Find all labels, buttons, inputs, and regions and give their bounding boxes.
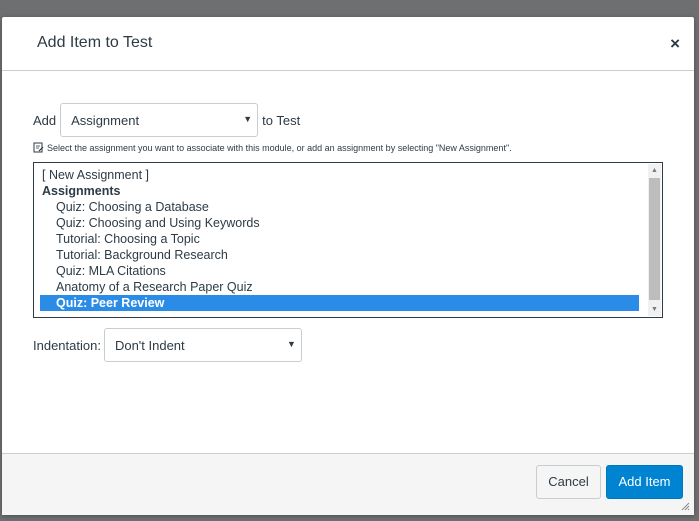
close-icon[interactable]: × xyxy=(670,35,680,53)
scrollbar-thumb[interactable] xyxy=(649,178,660,300)
add-type-row: Add Assignment ▼ to Test xyxy=(33,103,300,137)
indentation-select[interactable]: Don't Indent ▼ xyxy=(103,328,302,362)
item-type-select[interactable]: Assignment ▼ xyxy=(60,103,259,137)
listbox-scrollbar[interactable]: ▲ ▼ xyxy=(648,164,661,316)
list-item[interactable]: Quiz: Choosing and Using Keywords xyxy=(34,215,648,231)
hint-text: Select the assignment you want to associ… xyxy=(47,142,512,153)
scroll-down-icon[interactable]: ▼ xyxy=(648,303,661,316)
dialog-title: Add Item to Test xyxy=(37,34,153,51)
indentation-value: Don't Indent xyxy=(114,338,185,353)
indentation-label: Indentation: xyxy=(33,337,101,353)
cancel-button[interactable]: Cancel xyxy=(536,465,601,499)
list-group-assignments: Assignments xyxy=(42,184,121,198)
resize-handle-icon[interactable] xyxy=(681,502,690,511)
chevron-down-icon: ▼ xyxy=(243,114,253,124)
list-item-new-assignment[interactable]: [ New Assignment ] xyxy=(34,167,648,183)
list-item[interactable]: Tutorial: Background Research xyxy=(34,247,648,263)
list-item[interactable]: Quiz: Choosing a Database xyxy=(34,199,648,215)
dialog-header: Add Item to Test × xyxy=(2,17,694,71)
list-item-selected[interactable]: Quiz: Peer Review xyxy=(40,295,639,311)
list-item[interactable]: Quiz: MLA Citations xyxy=(34,263,648,279)
item-type-value: Assignment xyxy=(71,113,140,128)
indentation-row: Indentation: Don't Indent ▼ xyxy=(33,328,302,362)
scroll-up-icon[interactable]: ▲ xyxy=(648,164,661,177)
add-suffix-label: to Test xyxy=(262,112,301,128)
chevron-down-icon: ▼ xyxy=(287,339,296,349)
list-item[interactable]: Tutorial: Choosing a Topic xyxy=(34,231,648,247)
dialog-footer: Cancel Add Item xyxy=(2,453,694,515)
list-item[interactable]: Anatomy of a Research Paper Quiz xyxy=(34,279,648,295)
assignment-listbox[interactable]: [ New Assignment ] Assignments Quiz: Cho… xyxy=(33,162,663,318)
add-item-button[interactable]: Add Item xyxy=(606,465,683,499)
add-item-dialog: Add Item to Test × Add Assignment ▼ to T… xyxy=(2,17,694,515)
assignment-hint: Select the assignment you want to associ… xyxy=(33,142,512,153)
add-prefix-label: Add xyxy=(33,112,57,128)
edit-note-icon xyxy=(33,142,44,153)
